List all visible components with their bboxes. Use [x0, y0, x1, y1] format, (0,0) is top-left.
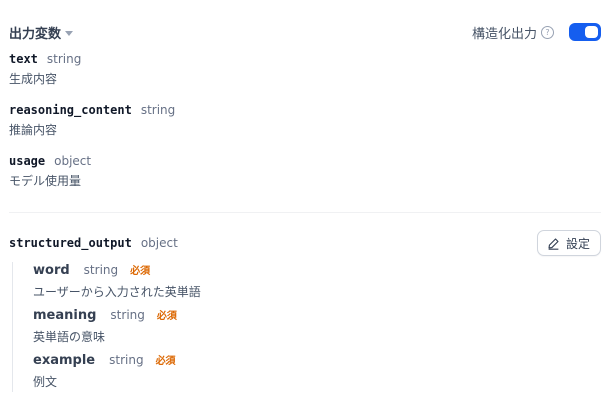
field-name: example: [33, 353, 96, 368]
pencil-icon: [548, 237, 559, 250]
field-example: example string 必須 例文: [33, 352, 176, 390]
output-variables-panel: 出力変数 構造化出力 ? text string 生成内容 reasoning_…: [9, 0, 601, 408]
field-type: string: [110, 308, 145, 322]
structured-output-label: 構造化出力: [471, 26, 537, 42]
output-variables-collapse[interactable]: 出力変数: [9, 23, 74, 42]
variable-type: string: [46, 52, 82, 66]
field-description: ユーザーから入力された英単語: [33, 285, 201, 299]
structured-fields-list: word string 必須 ユーザーから入力された英単語 meaning st…: [12, 262, 413, 392]
help-icon[interactable]: ?: [541, 25, 554, 39]
field-name: meaning: [33, 308, 97, 323]
field-description: 英単語の意味: [33, 330, 106, 344]
field-type: string: [109, 353, 144, 367]
variable-name: usage: [9, 154, 46, 168]
required-badge: 必須: [130, 266, 151, 277]
page-title: 出力変数: [9, 27, 62, 42]
variable-description: モデル使用量: [9, 174, 82, 188]
variable-description: 推論内容: [9, 123, 58, 137]
settings-label: 設定: [565, 236, 590, 251]
structured-output-control: 構造化出力 ?: [472, 20, 601, 44]
variable-type: object: [54, 154, 92, 168]
variable-description: 生成内容: [9, 72, 58, 86]
field-meaning: meaning string 必須 英単語の意味: [33, 307, 177, 345]
variable-type: string: [140, 103, 176, 117]
variable-name: reasoning_content: [9, 103, 132, 117]
variable-structured-output: structured_output object: [9, 236, 178, 250]
variable-name: text: [9, 52, 38, 66]
variable-type: object: [140, 236, 178, 250]
variable-name: structured_output: [9, 236, 132, 250]
variable-usage: usage object モデル使用量: [9, 154, 91, 189]
panel-header: 出力変数 構造化出力 ?: [9, 20, 601, 44]
toggle-knob: [585, 26, 598, 38]
required-badge: 必須: [156, 311, 177, 322]
section-divider: [9, 212, 601, 213]
field-name: word: [33, 263, 70, 278]
structured-output-toggle[interactable]: [569, 23, 601, 41]
field-word: word string 必須 ユーザーから入力された英単語: [33, 262, 201, 300]
caret-down-icon[interactable]: [65, 30, 74, 36]
variable-reasoning-content: reasoning_content string 推論内容: [9, 103, 175, 138]
settings-button[interactable]: 設定: [536, 230, 601, 256]
field-description: 例文: [33, 375, 58, 389]
variable-text: text string 生成内容: [9, 52, 81, 87]
required-badge: 必須: [155, 356, 176, 367]
field-type: string: [83, 263, 119, 277]
